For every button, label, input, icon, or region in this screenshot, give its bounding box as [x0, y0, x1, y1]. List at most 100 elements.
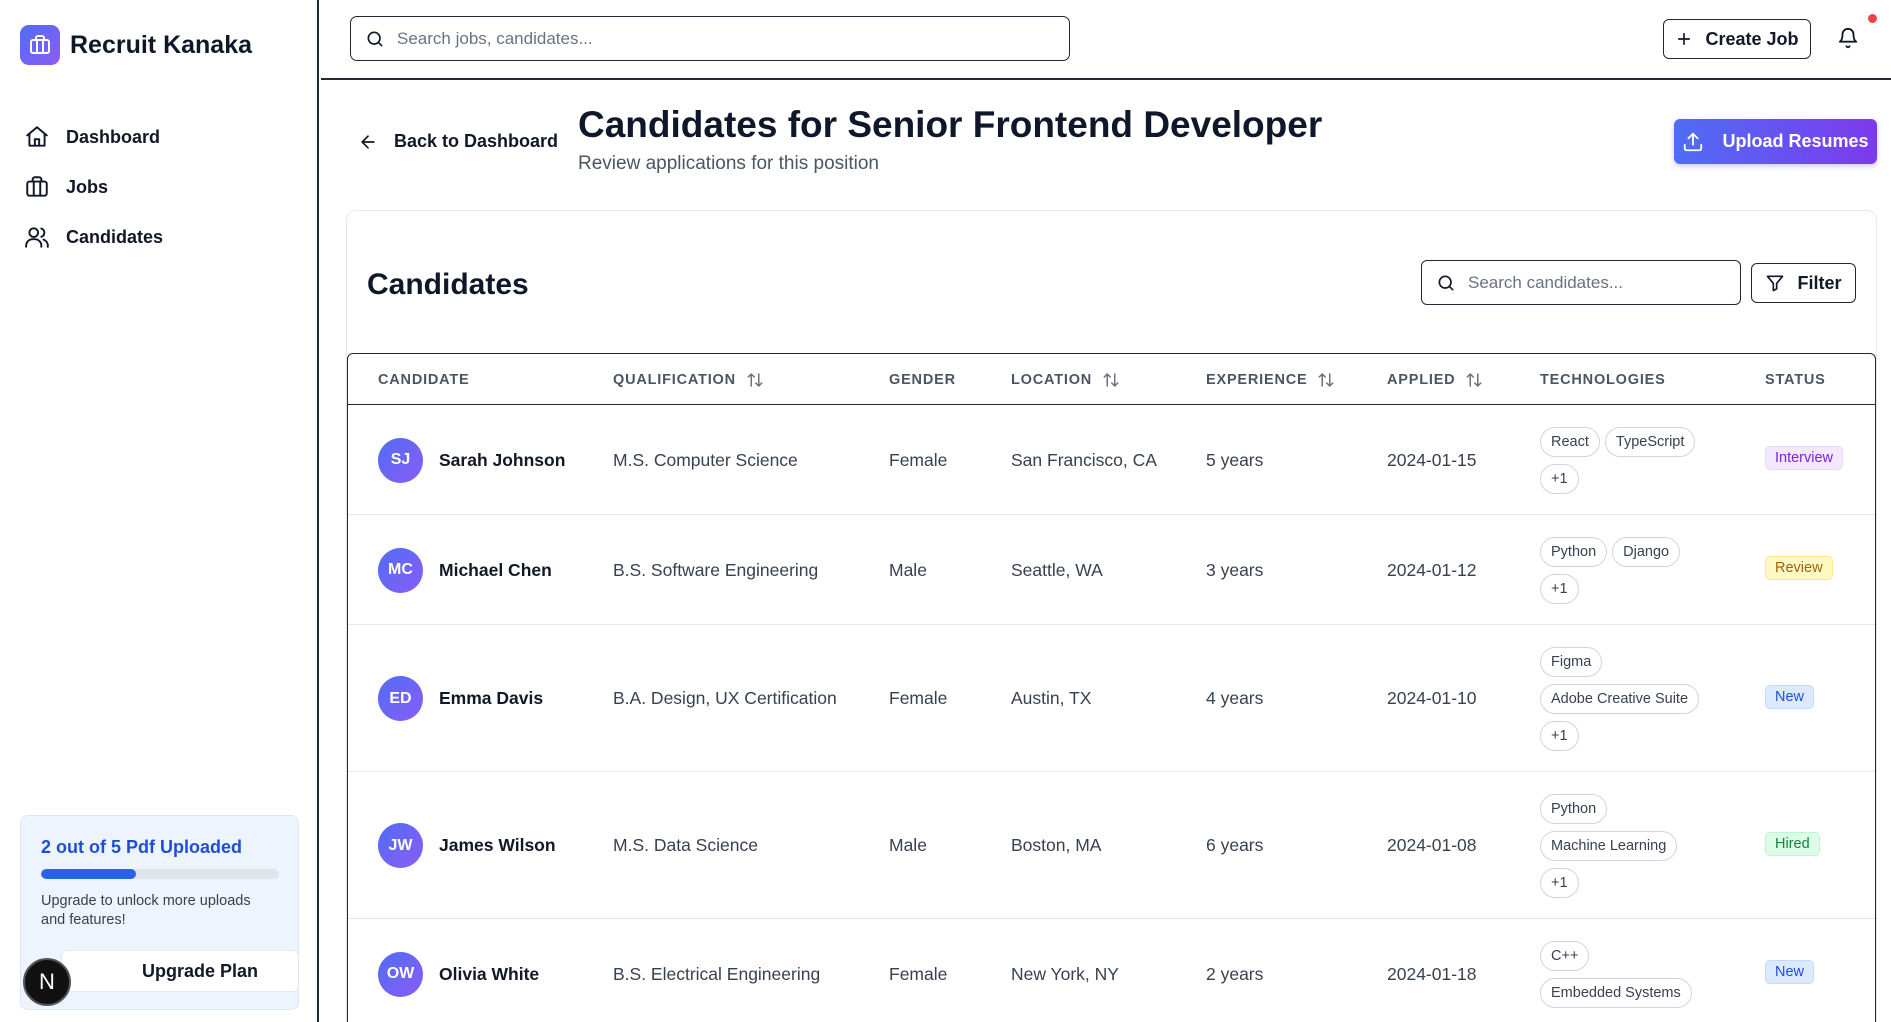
candidate-name[interactable]: Sarah Johnson [439, 450, 565, 471]
filter-button[interactable]: Filter [1751, 263, 1856, 303]
avatar: OW [378, 951, 423, 997]
technology-tag: TypeScript [1604, 426, 1696, 457]
status-badge: Interview [1765, 446, 1844, 470]
gender-cell: Female [889, 449, 948, 470]
technology-tag: Figma [1540, 646, 1603, 677]
user-avatar[interactable]: N [23, 958, 71, 1006]
page-subtitle: Review applications for this position [578, 153, 879, 174]
table-row[interactable]: JW James Wilson M.S. Data Science Male Bosto… [348, 772, 1875, 919]
column-header-label: QUALIFICATION [613, 371, 736, 388]
column-header-experience[interactable]: EXPERIENCE [1206, 354, 1335, 405]
more-technologies-tag[interactable]: +1 [1540, 720, 1579, 751]
technology-tag: Adobe Creative Suite [1540, 683, 1700, 714]
card-title: Candidates [367, 268, 529, 301]
technology-tag: Python [1540, 536, 1608, 567]
search-icon [367, 31, 383, 47]
technologies-cell: Python Machine Learning +1 [1540, 793, 1715, 898]
column-header-gender: GENDER [889, 354, 956, 405]
avatar: ED [378, 676, 423, 721]
column-header-label: CANDIDATE [378, 371, 470, 388]
search-icon [1438, 275, 1454, 290]
candidate-name[interactable]: Michael Chen [439, 560, 552, 581]
candidate-search-input[interactable] [1468, 272, 1728, 293]
more-technologies-tag[interactable]: +1 [1540, 867, 1579, 898]
technology-tag: C++ [1540, 940, 1590, 971]
upgrade-plan-button[interactable]: Upgrade Plan [61, 950, 299, 992]
qualification-cell: B.S. Software Engineering [613, 559, 819, 580]
qualification-cell: M.S. Data Science [613, 835, 758, 855]
status-badge: Review [1765, 556, 1833, 580]
column-header-technologies: TECHNOLOGIES [1540, 354, 1666, 405]
candidate-name[interactable]: Olivia White [439, 964, 539, 985]
table-body: SJ Sarah Johnson M.S. Computer Science Fema… [348, 405, 1875, 1022]
table-row[interactable]: MC Michael Chen B.S. Software Engineering M… [348, 515, 1875, 625]
page-title: Candidates for Senior Frontend Developer [578, 104, 1323, 145]
technology-tag: Embedded Systems [1540, 977, 1692, 1008]
topbar: Create Job [321, 0, 1891, 80]
status-badge: New [1765, 960, 1815, 984]
column-header-applied[interactable]: APPLIED [1387, 354, 1483, 405]
table-header: CANDIDATE QUALIFICATION GENDER LOCATION EXPE… [348, 354, 1875, 405]
sidebar-item-label: Dashboard [66, 126, 161, 147]
candidate-search [1421, 260, 1741, 305]
global-search-input[interactable] [397, 28, 997, 49]
location-cell: Austin, TX [1011, 688, 1092, 708]
candidate-name[interactable]: Emma Davis [439, 688, 543, 709]
sort-icon[interactable] [1455, 371, 1483, 389]
brand-name: Recruit Kanaka [70, 30, 253, 59]
sidebar: Recruit Kanaka Dashboard Jobs Candidates… [0, 0, 319, 1022]
sidebar-item-candidates[interactable]: Candidates [24, 212, 163, 262]
table-row[interactable]: OW Olivia White B.S. Electrical Engineerin… [348, 919, 1875, 1022]
sort-icon[interactable] [1092, 371, 1120, 389]
upload-icon [1684, 132, 1703, 151]
candidate-cell: ED Emma Davis [378, 625, 543, 772]
back-to-dashboard-link[interactable]: Back to Dashboard [358, 131, 558, 152]
technology-tag: Django [1612, 536, 1681, 567]
sort-icon[interactable] [736, 371, 764, 389]
avatar: JW [378, 823, 423, 868]
qualification-cell: B.S. Electrical Engineering [613, 963, 821, 984]
applied-date-cell: 2024-01-12 [1387, 559, 1477, 580]
gender-cell: Male [889, 835, 927, 855]
experience-cell: 3 years [1206, 559, 1264, 580]
upgrade-description: Upgrade to unlock more uploads and featu… [41, 893, 251, 928]
avatar: SJ [378, 437, 423, 483]
candidates-card: Candidates Filter CANDIDATE QUALIFICATION… [346, 210, 1877, 1022]
column-header-label: LOCATION [1011, 371, 1093, 388]
sort-icon[interactable] [1307, 371, 1335, 389]
upload-progress-bar [41, 869, 279, 879]
sidebar-item-dashboard[interactable]: Dashboard [24, 112, 163, 162]
brand[interactable]: Recruit Kanaka [20, 25, 252, 65]
experience-cell: 6 years [1206, 835, 1264, 855]
candidate-cell: MC Michael Chen [378, 515, 552, 625]
column-header-qualification[interactable]: QUALIFICATION [613, 354, 764, 405]
column-header-location[interactable]: LOCATION [1011, 354, 1120, 405]
candidate-cell: JW James Wilson [378, 772, 556, 919]
column-header-candidate: CANDIDATE [378, 354, 470, 405]
sidebar-item-jobs[interactable]: Jobs [24, 162, 163, 212]
more-technologies-tag[interactable]: +1 [1540, 463, 1579, 494]
table-row[interactable]: ED Emma Davis B.A. Design, UX Certificatio… [348, 625, 1875, 772]
table-row[interactable]: SJ Sarah Johnson M.S. Computer Science Fema… [348, 405, 1875, 515]
avatar: MC [378, 547, 423, 593]
candidate-cell: OW Olivia White [378, 919, 539, 1022]
technology-tag: React [1540, 426, 1600, 457]
candidate-name[interactable]: James Wilson [439, 835, 556, 856]
location-cell: New York, NY [1011, 963, 1119, 984]
plus-icon [1678, 32, 1691, 46]
applied-date-cell: 2024-01-10 [1387, 688, 1477, 708]
technologies-cell: React TypeScript +1 [1540, 426, 1715, 494]
upload-resumes-button[interactable]: Upload Resumes [1674, 119, 1877, 164]
filter-icon [1767, 275, 1784, 292]
more-technologies-tag[interactable]: +1 [1540, 573, 1579, 604]
sidebar-item-label: Jobs [66, 176, 109, 197]
back-label: Back to Dashboard [394, 131, 559, 151]
technology-tag: Python [1540, 793, 1608, 824]
candidates-table: CANDIDATE QUALIFICATION GENDER LOCATION EXPE… [347, 353, 1876, 1022]
notification-dot [1868, 14, 1877, 23]
location-cell: Boston, MA [1011, 835, 1102, 855]
status-badge: Hired [1765, 831, 1820, 856]
bell-icon[interactable] [1837, 27, 1859, 49]
create-job-button[interactable]: Create Job [1663, 19, 1811, 59]
column-header-label: STATUS [1765, 371, 1826, 388]
